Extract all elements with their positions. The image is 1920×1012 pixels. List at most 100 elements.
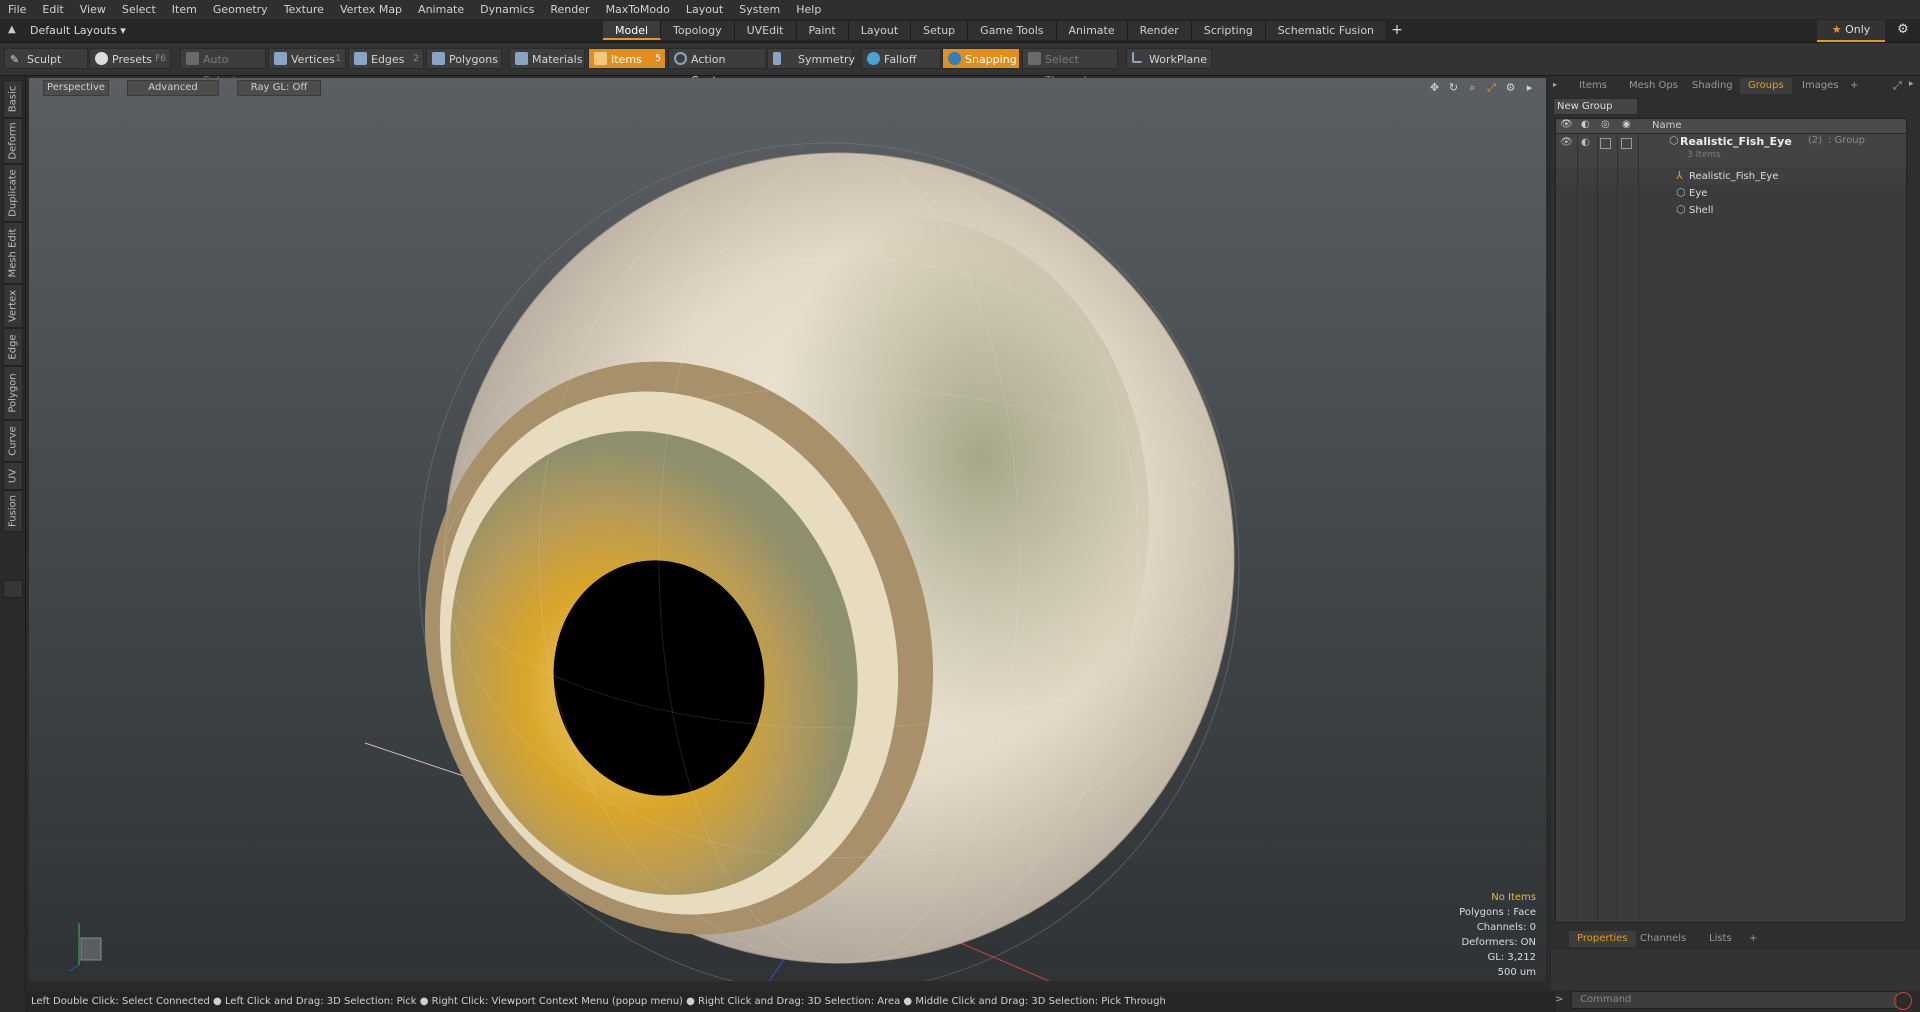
tree-item-eye[interactable]: ⬡ Eye: [1556, 186, 1906, 202]
tab-groups[interactable]: Groups: [1740, 78, 1792, 94]
tab-game-tools[interactable]: Game Tools: [968, 21, 1057, 40]
shading-mode-button[interactable]: Advanced: [127, 80, 219, 96]
orientation-gizmo: [68, 923, 102, 972]
polygons-button[interactable]: Polygons: [426, 48, 502, 69]
rotate-view-icon[interactable]: ↻: [1447, 81, 1460, 94]
workplane-button[interactable]: WorkPlane: [1126, 48, 1212, 69]
fit-view-icon[interactable]: ⤢: [1485, 81, 1498, 94]
group-visibility-icon[interactable]: 👁: [1560, 137, 1573, 148]
only-button[interactable]: ★ Only: [1817, 20, 1885, 42]
select-icon[interactable]: ◉: [1622, 119, 1631, 130]
new-group-button[interactable]: New Group: [1553, 98, 1638, 115]
vtab-basic[interactable]: Basic: [3, 80, 23, 118]
menu-help[interactable]: Help: [788, 0, 829, 19]
render-icon[interactable]: ◐: [1581, 119, 1590, 130]
3d-viewport[interactable]: Perspective Advanced Ray GL: Off ✥ ↻ ⌕ ⤢…: [29, 78, 1546, 981]
lock-icon[interactable]: ◎: [1601, 119, 1610, 130]
tree-item-realistic-fish-eye[interactable]: ⅄ Realistic_Fish_Eye: [1556, 169, 1906, 185]
tab-lists[interactable]: Lists: [1701, 931, 1740, 947]
vtab-vertex-label: Vertex: [7, 289, 19, 323]
add-tab-button[interactable]: +: [1387, 21, 1407, 41]
tab-uvedit[interactable]: UVEdit: [734, 21, 797, 40]
expand-panel-icon[interactable]: ⤢: [1893, 79, 1902, 93]
items-button[interactable]: Items 5: [588, 48, 666, 69]
edges-button[interactable]: Edges 2: [348, 48, 424, 69]
tab-model[interactable]: Model: [603, 21, 662, 40]
tab-schematic-fusion[interactable]: Schematic Fusion: [1265, 21, 1388, 40]
menu-render[interactable]: Render: [542, 0, 597, 19]
add-panel-tab-button[interactable]: +: [1842, 78, 1866, 94]
zoom-view-icon[interactable]: ⌕: [1466, 81, 1479, 94]
materials-button[interactable]: Materials: [509, 48, 585, 69]
tab-animate[interactable]: Animate: [1056, 21, 1128, 40]
tab-channels[interactable]: Channels: [1632, 931, 1694, 947]
vtab-curve[interactable]: Curve: [3, 420, 23, 462]
tab-render[interactable]: Render: [1127, 21, 1192, 40]
presets-button[interactable]: Presets F6: [89, 48, 171, 69]
visibility-eye-icon[interactable]: 👁: [1560, 119, 1573, 130]
vtab-mesh-edit[interactable]: Mesh Edit: [3, 222, 23, 284]
view-mode-button[interactable]: Perspective: [43, 80, 109, 96]
menu-vertex-map[interactable]: Vertex Map: [332, 0, 410, 19]
tab-mesh-ops[interactable]: Mesh Ops: [1621, 78, 1686, 94]
menu-edit[interactable]: Edit: [34, 0, 71, 19]
menu-file[interactable]: File: [0, 0, 34, 19]
menu-texture[interactable]: Texture: [276, 0, 332, 19]
tab-properties[interactable]: Properties: [1569, 931, 1636, 947]
vtab-fusion[interactable]: Fusion: [3, 490, 23, 532]
menu-view[interactable]: View: [72, 0, 114, 19]
group-row[interactable]: 👁 ◐ ⬡ Realistic_Fish_Eye (2) : Group 3 I…: [1556, 134, 1906, 168]
auto-select-button[interactable]: Auto Select: [180, 48, 266, 87]
menu-dynamics[interactable]: Dynamics: [472, 0, 542, 19]
symmetry-button[interactable]: Symmetry: [767, 48, 855, 69]
sculpt-button[interactable]: ✎ Sculpt: [4, 48, 88, 69]
add-bottom-tab-button[interactable]: +: [1741, 931, 1765, 947]
viewport-settings-icon[interactable]: ⚙: [1504, 81, 1517, 94]
column-name[interactable]: Name: [1652, 120, 1682, 131]
tab-images[interactable]: Images: [1794, 78, 1847, 94]
menu-item[interactable]: Item: [164, 0, 205, 19]
tree-item-shell[interactable]: ⬡ Shell: [1556, 203, 1906, 219]
snapping-button[interactable]: Snapping: [942, 48, 1020, 69]
vtab-vertex[interactable]: Vertex: [3, 284, 23, 328]
tab-setup[interactable]: Setup: [911, 21, 969, 40]
menu-geometry[interactable]: Geometry: [205, 0, 276, 19]
menu-select[interactable]: Select: [114, 0, 164, 19]
vtab-deform[interactable]: Deform: [3, 118, 23, 164]
edges-icon: [354, 52, 367, 65]
falloff-button[interactable]: Falloff: [861, 48, 941, 69]
viewport-expand-icon[interactable]: ▸: [1523, 81, 1536, 94]
tab-layout[interactable]: Layout: [848, 21, 912, 40]
tab-shading[interactable]: Shading: [1684, 78, 1741, 94]
record-icon[interactable]: [1894, 992, 1912, 1010]
command-input[interactable]: Command: [1571, 991, 1898, 1009]
scene-render: [68, 142, 1240, 981]
panel-more-icon[interactable]: ▸: [1909, 79, 1914, 89]
menu-animate[interactable]: Animate: [410, 0, 472, 19]
vertices-button[interactable]: Vertices 1: [268, 48, 346, 69]
vtab-duplicate[interactable]: Duplicate: [3, 164, 23, 222]
group-lock-checkbox[interactable]: [1600, 138, 1611, 149]
vtab-polygon[interactable]: Polygon: [3, 366, 23, 420]
menu-layout[interactable]: Layout: [678, 0, 731, 19]
panel-menu-icon[interactable]: ▸: [1553, 80, 1557, 89]
layout-selector[interactable]: Default Layouts ▾: [30, 19, 126, 42]
tab-paint[interactable]: Paint: [796, 21, 849, 40]
tab-scripting[interactable]: Scripting: [1191, 21, 1266, 40]
menu-system[interactable]: System: [731, 0, 788, 19]
strip-expand-button[interactable]: [3, 580, 23, 598]
gear-icon[interactable]: ⚙: [1894, 21, 1912, 39]
select-through-button[interactable]: Select Through: [1022, 48, 1118, 87]
tab-items[interactable]: Items: [1571, 78, 1615, 94]
layout-collapse-icon[interactable]: ▲: [8, 23, 22, 37]
group-render-icon[interactable]: ◐: [1581, 137, 1590, 148]
action-center-button[interactable]: Action Center: [668, 48, 766, 87]
move-view-icon[interactable]: ✥: [1428, 81, 1441, 94]
vtab-mesh-edit-label: Mesh Edit: [7, 228, 19, 278]
raygl-button[interactable]: Ray GL: Off: [237, 80, 321, 96]
tab-topology[interactable]: Topology: [661, 21, 735, 40]
vtab-edge[interactable]: Edge: [3, 328, 23, 366]
vtab-uv[interactable]: UV: [3, 462, 23, 490]
group-select-checkbox[interactable]: [1621, 138, 1632, 149]
menu-maxtomodo[interactable]: MaxToModo: [598, 0, 678, 19]
